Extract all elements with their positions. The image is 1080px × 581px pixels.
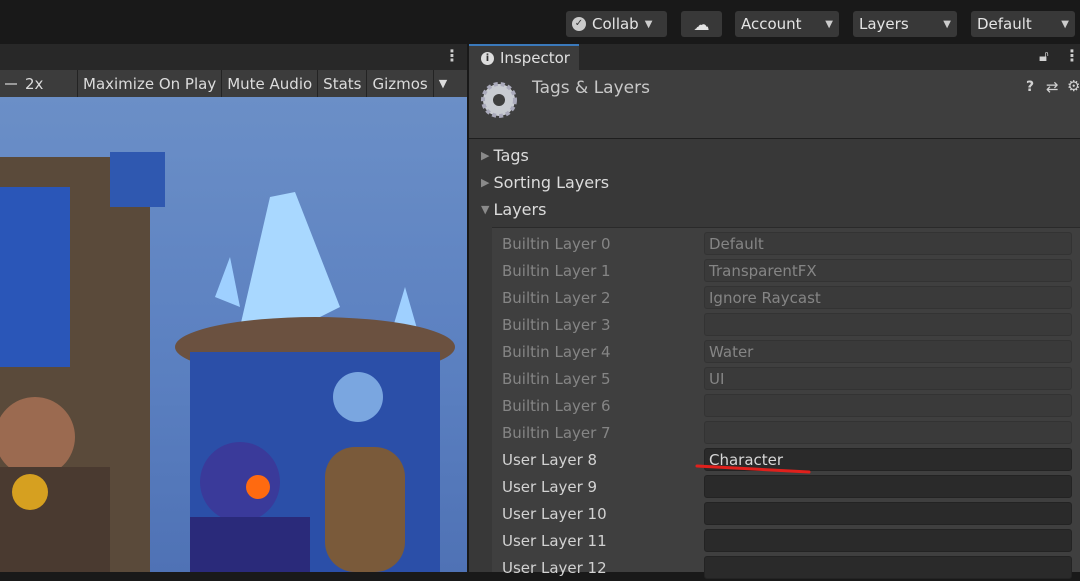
layer-label: Builtin Layer 7 [502,423,611,442]
layer-row: Builtin Layer 4 Water [502,338,1080,365]
layer-name-field[interactable] [704,313,1072,336]
chevron-down-icon: ▼ [825,18,833,30]
foldout-label: Tags [493,146,529,165]
foldout-label: Sorting Layers [493,173,610,192]
layer-name-field[interactable]: Water [704,340,1072,363]
cloud-button[interactable]: ☁ [681,11,722,37]
tab-label: Inspector [500,49,570,67]
inspector-tab-bar: i Inspector 🔓︎ ⋮ [469,44,1080,70]
layout-dropdown[interactable]: Default ▼ [971,11,1075,37]
layer-label: User Layer 8 [502,450,598,469]
layer-row: Builtin Layer 5 UI [502,365,1080,392]
layers-list: Builtin Layer 0 Default Builtin Layer 1 Tra… [492,227,1080,579]
layers-dropdown[interactable]: Layers ▼ [853,11,957,37]
gear-icon [481,82,517,118]
layer-name-field[interactable]: Default [704,232,1072,255]
layer-label: User Layer 9 [502,477,598,496]
layer-row: Builtin Layer 1 TransparentFX [502,257,1080,284]
more-options-icon[interactable]: ⋮ [1064,46,1080,65]
layer-row: Builtin Layer 7 [502,419,1080,446]
layer-row: Builtin Layer 6 [502,392,1080,419]
layer-row: User Layer 10 [502,500,1080,527]
chevron-down-icon: ▼ [644,18,653,30]
layer-label: User Layer 11 [502,531,607,550]
layer-label: User Layer 12 [502,558,607,577]
chevron-down-icon: ▼ [943,18,951,30]
game-view-toolbar: 2x Maximize On Play Mute Audio Stats Giz… [0,70,467,97]
gizmos-dropdown-icon[interactable]: ▼ [434,70,452,97]
maximize-on-play-toggle[interactable]: Maximize On Play [78,70,223,97]
layer-label: Builtin Layer 3 [502,315,611,334]
layer-row: User Layer 9 [502,473,1080,500]
layer-label: Builtin Layer 6 [502,396,611,415]
layers-label: Layers [859,15,909,33]
triangle-right-icon: ▶ [481,176,490,189]
foldout-layers[interactable]: ▼ Layers [481,200,546,219]
layer-name-field[interactable] [704,421,1072,444]
more-options-icon[interactable]: ⋮ [444,46,460,65]
layer-name-field[interactable]: UI [704,367,1072,390]
layer-name-field[interactable] [704,529,1072,552]
main-toolbar: ✓ Collab ▼ ☁ Account ▼ Layers ▼ Default ▼ [0,0,1080,44]
layer-row: Builtin Layer 2 Ignore Raycast [502,284,1080,311]
game-view-render[interactable] [0,97,467,572]
layer-row: Builtin Layer 3 [502,311,1080,338]
layer-label: Builtin Layer 0 [502,234,611,253]
help-icon[interactable]: ? [1026,79,1034,95]
collab-button[interactable]: ✓ Collab ▼ [566,11,667,37]
scale-label: 2x [25,74,44,93]
layer-label: Builtin Layer 5 [502,369,611,388]
account-dropdown[interactable]: Account ▼ [735,11,839,37]
game-scene-image [0,152,455,572]
layer-name-field[interactable]: Ignore Raycast [704,286,1072,309]
layer-row: User Layer 11 [502,527,1080,554]
foldout-sorting-layers[interactable]: ▶ Sorting Layers [481,173,609,192]
inspector-body: ▶ Tags ▶ Sorting Layers ▼ Layers Builtin La… [469,139,1080,579]
account-label: Account [741,15,802,33]
gizmos-toggle[interactable]: Gizmos [367,70,434,97]
foldout-label: Layers [493,200,547,219]
inspector-title: Tags & Layers [532,78,650,98]
scale-slider[interactable]: 2x [0,70,78,97]
chevron-down-icon: ▼ [1061,18,1069,30]
presets-icon[interactable]: ⇄ [1046,78,1059,96]
layer-row: User Layer 12 [502,554,1080,581]
layer-label: Builtin Layer 4 [502,342,611,361]
inspector-header: Tags & Layers ? ⇄ ⚙ [469,70,1080,139]
layer-label: User Layer 10 [502,504,607,523]
check-circle-icon: ✓ [572,17,586,31]
lock-icon[interactable]: 🔓︎ [1039,47,1049,65]
layer-name-field[interactable]: TransparentFX [704,259,1072,282]
triangle-down-icon: ▼ [481,203,490,216]
layer-name-field[interactable] [704,502,1072,525]
layout-label: Default [977,15,1032,33]
layer-name-field[interactable] [704,475,1072,498]
mute-audio-toggle[interactable]: Mute Audio [222,70,319,97]
slider-track[interactable] [5,82,17,85]
layer-name-field[interactable] [704,556,1072,579]
stats-toggle[interactable]: Stats [318,70,368,97]
info-icon: i [481,51,494,65]
tab-inspector[interactable]: i Inspector [469,44,579,70]
cloud-icon: ☁ [693,14,710,34]
collab-label: Collab [592,15,639,33]
layer-label: Builtin Layer 1 [502,261,611,280]
layer-label: Builtin Layer 2 [502,288,611,307]
triangle-right-icon: ▶ [481,149,490,162]
foldout-tags[interactable]: ▶ Tags [481,146,529,165]
red-underline-annotation [695,464,811,474]
layer-name-field[interactable] [704,394,1072,417]
layer-row: Builtin Layer 0 Default [502,230,1080,257]
settings-icon[interactable]: ⚙ [1067,77,1080,95]
game-view-header: ⋮ [0,44,467,70]
